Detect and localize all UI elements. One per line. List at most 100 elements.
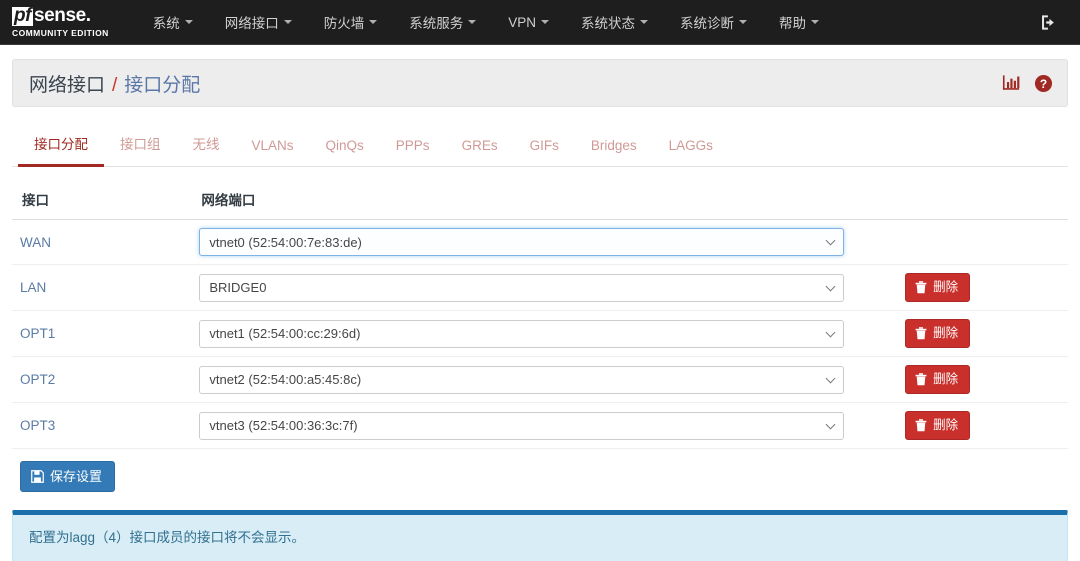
menu-item-label: 防火墙 <box>323 16 365 31</box>
chevron-down-icon <box>468 20 477 24</box>
navbar-right-area <box>1039 13 1066 32</box>
table-row: OPT1 vtnet1 (52:54:00:cc:29:6d) 删除 <box>12 310 1068 357</box>
interface-link-opt2[interactable]: OPT2 <box>12 356 192 403</box>
trash-icon <box>915 373 927 386</box>
tab-vlans[interactable]: VLANs <box>236 128 310 167</box>
action-cell: 删除 <box>897 310 1068 357</box>
logout-icon[interactable] <box>1039 13 1058 32</box>
delete-button-label: 删除 <box>933 280 959 295</box>
save-button[interactable]: 保存设置 <box>20 461 116 492</box>
menu-item-firewall[interactable]: 防火墙 <box>308 0 394 45</box>
port-select-lan[interactable]: BRIDGE0 <box>199 273 845 302</box>
menu-item-status[interactable]: 系统状态 <box>565 0 664 45</box>
interface-link-lan[interactable]: LAN <box>12 264 192 311</box>
chevron-down-icon <box>739 20 748 24</box>
table-row: LAN BRIDGE0 删除 <box>12 264 1068 311</box>
table-head: 接口 网络端口 <box>12 181 1068 220</box>
logo-wordmark: pf sense. <box>12 4 109 26</box>
action-cell: 删除 <box>897 264 1068 311</box>
interface-link-opt3[interactable]: OPT3 <box>12 402 192 449</box>
trash-icon <box>915 281 927 294</box>
chevron-down-icon <box>811 20 820 24</box>
delete-button-lan[interactable]: 删除 <box>905 273 971 302</box>
port-select-wrapper: vtnet3 (52:54:00:36:3c:7f) <box>199 411 845 440</box>
pfsense-logo[interactable]: pf sense. COMMUNITY EDITION <box>12 4 109 38</box>
action-cell <box>897 219 1068 265</box>
tab-laggs[interactable]: LAGGs <box>653 128 729 167</box>
breadcrumb-bar: 网络接口 / 接口分配 ? <box>12 59 1068 107</box>
chevron-down-icon <box>184 20 193 24</box>
table-body: WAN vtnet0 (52:54:00:7e:83:de) LAN BRIDG… <box>12 219 1068 449</box>
tab-bridges[interactable]: Bridges <box>575 128 653 167</box>
interface-link-wan[interactable]: WAN <box>12 219 192 265</box>
delete-button-label: 删除 <box>933 372 959 387</box>
menu-item-diagnostics[interactable]: 系统诊断 <box>664 0 763 45</box>
interface-assignment-table: 接口 网络端口 WAN vtnet0 (52:54:00:7e:83:de) L… <box>12 181 1068 449</box>
logo-sense-text: sense. <box>33 4 91 26</box>
menu-item-system[interactable]: 系统 <box>137 0 209 45</box>
chevron-down-icon <box>640 20 649 24</box>
menu-item-label: 网络接口 <box>224 16 279 31</box>
table-row: OPT3 vtnet3 (52:54:00:36:3c:7f) 删除 <box>12 402 1068 449</box>
table-row: WAN vtnet0 (52:54:00:7e:83:de) <box>12 219 1068 265</box>
trash-icon <box>915 419 927 432</box>
port-select-opt2[interactable]: vtnet2 (52:54:00:a5:45:8c) <box>199 365 845 394</box>
interface-link-opt1[interactable]: OPT1 <box>12 310 192 357</box>
menu-item-label: 系统 <box>152 16 180 31</box>
chevron-down-icon <box>541 20 550 24</box>
menu-item-services[interactable]: 系统服务 <box>393 0 492 45</box>
stats-icon[interactable] <box>1002 74 1021 92</box>
menu-item-label: VPN <box>508 14 537 30</box>
main-menu: 系统 网络接口 防火墙 系统服务 VPN 系统状态 系统诊断 帮助 <box>137 0 835 44</box>
tab-bar: 接口分配 接口组 无线 VLANs QinQs PPPs GREs GIFs B… <box>12 123 1068 167</box>
table-row: OPT2 vtnet2 (52:54:00:a5:45:8c) 删除 <box>12 356 1068 403</box>
delete-button-opt2[interactable]: 删除 <box>905 365 971 394</box>
chevron-down-icon <box>283 20 292 24</box>
action-cell: 删除 <box>897 402 1068 449</box>
breadcrumb-current[interactable]: 接口分配 <box>124 70 200 97</box>
port-select-wrapper: BRIDGE0 <box>199 273 845 302</box>
menu-item-label: 系统状态 <box>581 16 636 31</box>
chevron-down-icon <box>369 20 378 24</box>
port-cell: BRIDGE0 <box>191 264 898 311</box>
delete-button-opt3[interactable]: 删除 <box>905 411 971 440</box>
port-select-opt1[interactable]: vtnet1 (52:54:00:cc:29:6d) <box>199 319 845 348</box>
menu-item-label: 系统服务 <box>409 16 464 31</box>
help-icon[interactable]: ? <box>1034 74 1053 93</box>
port-cell: vtnet3 (52:54:00:36:3c:7f) <box>191 402 898 449</box>
column-header-interface: 接口 <box>12 181 192 220</box>
tab-qinqs[interactable]: QinQs <box>310 128 380 167</box>
menu-item-vpn[interactable]: VPN <box>492 0 565 45</box>
action-cell: 删除 <box>897 356 1068 403</box>
info-line-lagg: 配置为lagg（4）接口成员的接口将不会显示。 <box>29 530 306 545</box>
column-header-network-port: 网络端口 <box>191 181 1068 220</box>
port-cell: vtnet0 (52:54:00:7e:83:de) <box>191 219 898 265</box>
top-navbar: pf sense. COMMUNITY EDITION 系统 网络接口 防火墙 … <box>0 0 1080 45</box>
menu-item-interfaces[interactable]: 网络接口 <box>209 0 308 45</box>
delete-button-label: 删除 <box>933 326 959 341</box>
breadcrumb-separator: / <box>112 74 118 96</box>
port-select-opt3[interactable]: vtnet3 (52:54:00:36:3c:7f) <box>199 411 845 440</box>
tab-gres[interactable]: GREs <box>446 128 514 167</box>
save-icon <box>31 470 44 483</box>
breadcrumb: 网络接口 / 接口分配 <box>29 70 200 97</box>
info-panel: 配置为lagg（4）接口成员的接口将不会显示。 无线接口必须在无线选项卡上创建，… <box>12 510 1068 561</box>
logo-edition-text: COMMUNITY EDITION <box>12 27 109 38</box>
menu-item-label: 系统诊断 <box>680 16 735 31</box>
tab-wireless[interactable]: 无线 <box>177 123 236 167</box>
tab-interface-groups[interactable]: 接口组 <box>104 123 177 167</box>
breadcrumb-parent: 网络接口 <box>29 74 106 96</box>
menu-item-help[interactable]: 帮助 <box>763 0 835 45</box>
logo-pf-mark: pf <box>12 4 33 26</box>
delete-button-opt1[interactable]: 删除 <box>905 319 971 348</box>
menu-item-label: 帮助 <box>779 16 807 31</box>
port-select-wan[interactable]: vtnet0 (52:54:00:7e:83:de) <box>199 228 845 256</box>
tab-interface-assignments[interactable]: 接口分配 <box>18 123 104 167</box>
tab-gifs[interactable]: GIFs <box>514 128 575 167</box>
tab-ppps[interactable]: PPPs <box>380 128 446 167</box>
port-select-wrapper: vtnet2 (52:54:00:a5:45:8c) <box>199 365 845 394</box>
table-header-row: 接口 网络端口 <box>12 181 1068 220</box>
save-button-label: 保存设置 <box>50 469 103 484</box>
port-select-wrapper: vtnet0 (52:54:00:7e:83:de) <box>199 228 845 256</box>
delete-button-label: 删除 <box>933 418 959 433</box>
